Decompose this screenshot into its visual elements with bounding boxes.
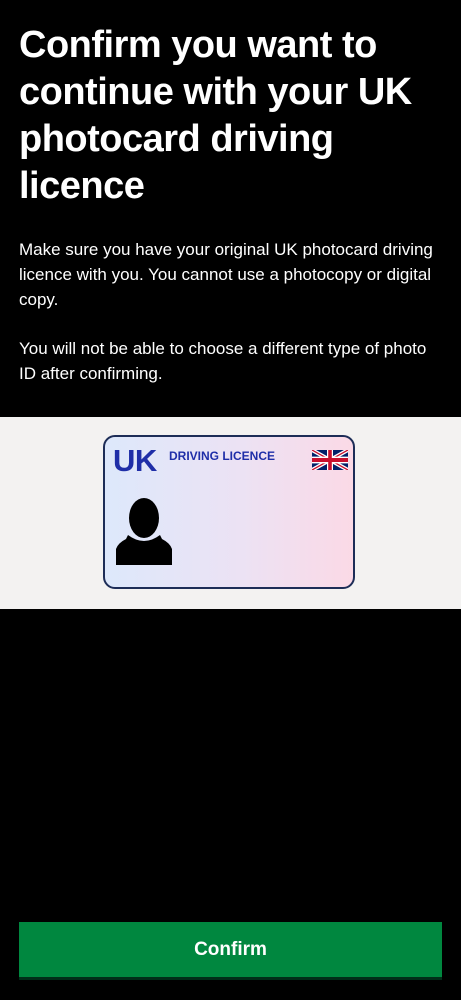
confirm-button[interactable]: Confirm — [19, 922, 442, 980]
card-heading-label: DRIVING LICENCE — [169, 449, 276, 463]
confirmation-warning: You will not be able to choose a differe… — [19, 339, 427, 383]
original-licence-instruction: Make sure you have your original UK phot… — [19, 240, 433, 309]
page-title: Confirm you want to continue with your U… — [19, 24, 412, 207]
driving-licence-card-illustration: UK DRIVING LICENCE — [103, 435, 355, 589]
person-silhouette-icon — [116, 498, 172, 565]
licence-illustration-panel: UK DRIVING LICENCE — [0, 417, 461, 609]
union-jack-flag-icon — [312, 450, 348, 470]
card-country-label: UK — [113, 443, 157, 478]
